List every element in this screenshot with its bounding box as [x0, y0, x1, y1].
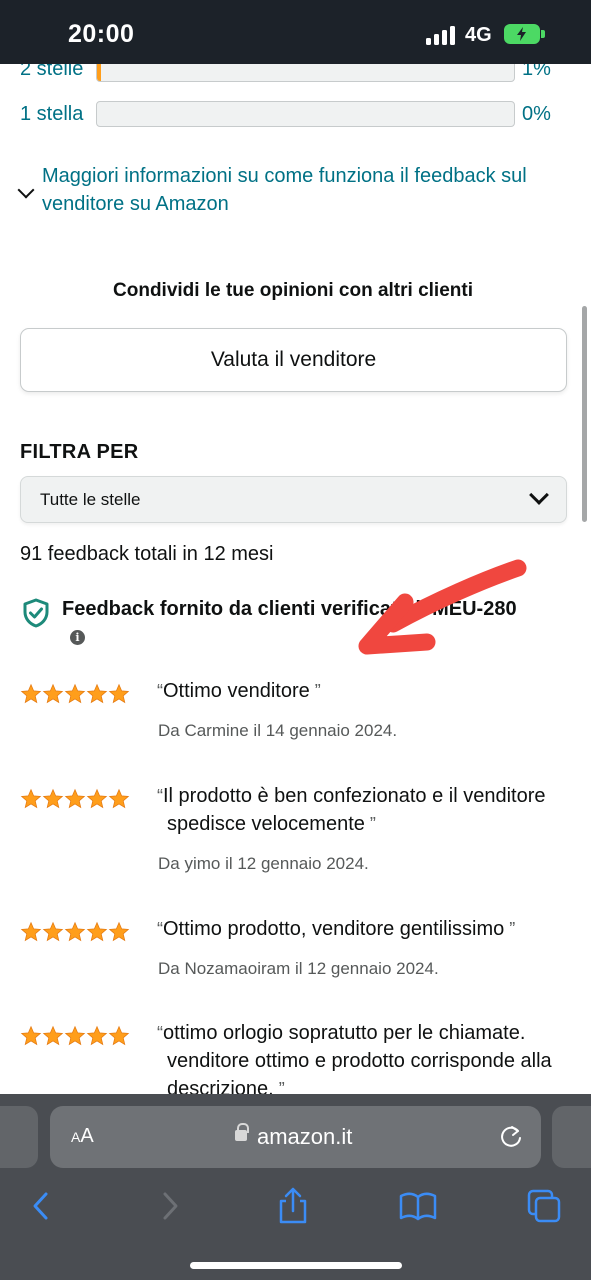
- review-text: “Il prodotto è ben confezionato e il ven…: [157, 785, 546, 835]
- star-icon: [108, 921, 130, 942]
- rating-label[interactable]: 1 stella: [20, 103, 83, 126]
- chevron-down-icon: [529, 485, 549, 505]
- forward-icon[interactable]: [150, 1186, 190, 1226]
- rate-seller-button[interactable]: Valuta il venditore: [20, 328, 567, 392]
- info-icon[interactable]: i: [70, 630, 85, 645]
- next-tab-peek[interactable]: [552, 1106, 591, 1168]
- share-icon[interactable]: [273, 1186, 313, 1226]
- star-icon: [86, 921, 108, 942]
- more-info-link[interactable]: Maggiori informazioni su come funziona i…: [42, 162, 582, 218]
- star-icon: [20, 788, 42, 809]
- review-text: “Ottimo prodotto, venditore gentilissimo…: [157, 918, 516, 940]
- rating-row-1-star[interactable]: 1 stella 0%: [20, 101, 580, 131]
- previous-tab-peek[interactable]: [0, 1106, 38, 1168]
- star-rating: [20, 1025, 130, 1047]
- star-icon: [20, 683, 42, 704]
- annotation-arrow: [358, 559, 527, 655]
- star-icon: [108, 1025, 130, 1046]
- filter-selected-value: Tutte le stelle: [40, 490, 141, 509]
- text-size-button[interactable]: AA: [71, 1125, 94, 1148]
- signal-icon: [426, 25, 456, 45]
- star-icon: [42, 788, 64, 809]
- star-icon: [86, 1025, 108, 1046]
- status-time: 20:00: [68, 20, 135, 48]
- tabs-icon[interactable]: [524, 1186, 564, 1226]
- scrollbar[interactable]: [582, 306, 587, 522]
- network-type: 4G: [465, 24, 492, 46]
- star-icon: [64, 683, 86, 704]
- battery-icon: [504, 24, 540, 44]
- share-heading: Condividi le tue opinioni con altri clie…: [113, 280, 473, 301]
- review-author-date: Da Nozamaoiram il 12 gennaio 2024.: [158, 959, 439, 978]
- total-feedback-count: 91 feedback totali in 12 mesi: [20, 543, 274, 565]
- chevron-down-icon: [17, 181, 35, 199]
- reload-icon[interactable]: [498, 1124, 524, 1150]
- url-text[interactable]: amazon.it: [257, 1124, 352, 1150]
- star-icon: [86, 683, 108, 704]
- star-icon: [64, 788, 86, 809]
- star-rating: [20, 788, 130, 810]
- star-icon: [42, 921, 64, 942]
- rating-row-2-stars[interactable]: 2 stelle 1%: [20, 64, 580, 86]
- rating-percent[interactable]: 1%: [522, 64, 551, 81]
- review-author-date: Da yimo il 12 gennaio 2024.: [158, 854, 369, 873]
- star-icon: [64, 921, 86, 942]
- back-icon[interactable]: [22, 1186, 62, 1226]
- star-icon: [20, 1025, 42, 1046]
- star-icon: [64, 1025, 86, 1046]
- home-indicator[interactable]: [190, 1262, 402, 1269]
- review-text: “Ottimo venditore ”: [157, 680, 321, 702]
- bookmarks-icon[interactable]: [398, 1186, 438, 1226]
- star-icon: [108, 788, 130, 809]
- page-content[interactable]: 2 stelle 1% 1 stella 0% Maggiori informa…: [0, 64, 591, 1094]
- rating-label[interactable]: 2 stelle: [20, 64, 83, 81]
- address-bar[interactable]: AA amazon.it: [50, 1106, 541, 1168]
- star-filter-select[interactable]: Tutte le stelle: [20, 476, 567, 523]
- filter-heading: FILTRA PER: [20, 441, 139, 463]
- rating-bar: [96, 101, 515, 127]
- star-rating: [20, 921, 130, 943]
- status-bar: 20:00 4G: [0, 0, 591, 64]
- star-rating: [20, 683, 130, 705]
- shield-check-icon: [23, 598, 49, 628]
- star-icon: [108, 683, 130, 704]
- rating-percent[interactable]: 0%: [522, 103, 551, 126]
- lock-icon: [235, 1123, 249, 1141]
- star-icon: [20, 921, 42, 942]
- rating-bar-fill: [97, 64, 102, 81]
- review-text: “ottimo orlogio sopratutto per le chiama…: [157, 1022, 552, 1094]
- battery-tip: [541, 30, 545, 38]
- rating-bar: [96, 64, 515, 82]
- star-icon: [42, 1025, 64, 1046]
- star-icon: [42, 683, 64, 704]
- star-icon: [86, 788, 108, 809]
- review-author-date: Da Carmine il 14 gennaio 2024.: [158, 721, 398, 740]
- browser-bottom-bar: AA amazon.it: [0, 1094, 591, 1280]
